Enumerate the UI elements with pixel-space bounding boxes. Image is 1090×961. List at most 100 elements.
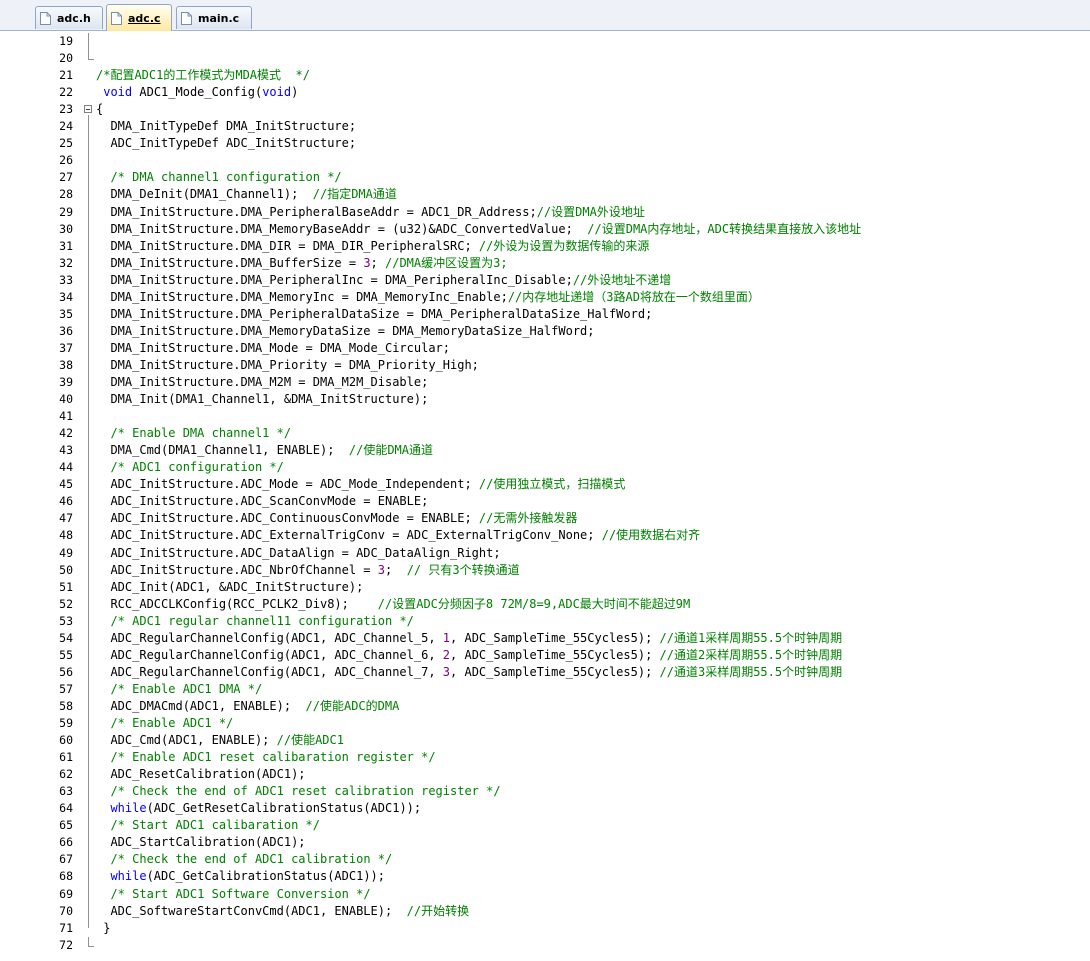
code-line[interactable]: 37 DMA_InitStructure.DMA_Mode = DMA_Mode…	[0, 340, 1090, 357]
line-number: 63	[59, 784, 73, 799]
code-comment: /* Enable ADC1 */	[110, 716, 234, 730]
code-line[interactable]: 50 ADC_InitStructure.ADC_NbrOfChannel = …	[0, 562, 1090, 579]
tab-main-c[interactable]: main.c	[176, 6, 252, 29]
code-line[interactable]: 42 /* Enable DMA channel1 */	[0, 425, 1090, 442]
code-line[interactable]: 53 /* ADC1 regular channel11 configurati…	[0, 613, 1090, 630]
code-line[interactable]: 69 /* Start ADC1 Software Conversion */	[0, 886, 1090, 903]
code-editor[interactable]: 19 20 21/*配置ADC1的工作模式为MDA模式 */22 void ADC1…	[0, 31, 1090, 961]
code-comment: /* Start ADC1 calibaration */	[110, 818, 320, 833]
code-comment: //设置ADC分频因子8 72M/8=9,ADC最大时间不能超过9M	[377, 596, 691, 611]
line-number: 64	[59, 801, 73, 816]
code-line[interactable]: 72	[0, 936, 1090, 954]
code-line[interactable]: 36 DMA_InitStructure.DMA_MemoryDataSize …	[0, 323, 1090, 340]
tab-label: adc.h	[57, 11, 91, 25]
code-line[interactable]: 35 DMA_InitStructure.DMA_PeripheralDataS…	[0, 306, 1090, 323]
code-line[interactable]: 55 ADC_RegularChannelConfig(ADC1, ADC_Ch…	[0, 647, 1090, 664]
line-number: 23	[59, 102, 73, 117]
code-line[interactable]: 20	[0, 50, 1090, 67]
code-keyword: void	[103, 85, 133, 100]
code-line[interactable]: 57 /* Enable ADC1 DMA */	[0, 681, 1090, 698]
code-token: 2	[442, 647, 451, 662]
code-line[interactable]: 31 DMA_InitStructure.DMA_DIR = DMA_DIR_P…	[0, 238, 1090, 255]
code-line[interactable]: 44 /* ADC1 configuration */	[0, 459, 1090, 476]
tab-adc-c[interactable]: adc.c	[106, 4, 172, 31]
code-line[interactable]: 45 ADC_InitStructure.ADC_Mode = ADC_Mode…	[0, 476, 1090, 493]
line-number: 36	[59, 323, 73, 338]
code-comment: /* DMA channel1 configuration */	[110, 170, 342, 185]
code-line[interactable]: 56 ADC_RegularChannelConfig(ADC1, ADC_Ch…	[0, 664, 1090, 681]
code-line[interactable]: 60 ADC_Cmd(ADC1, ENABLE); //使能ADC1	[0, 732, 1090, 749]
code-text: ADC_RegularChannelConfig(ADC1, ADC_Chann…	[96, 647, 842, 664]
code-line[interactable]: 47 ADC_InitStructure.ADC_ContinuousConvM…	[0, 510, 1090, 527]
code-comment: /* ADC1 regular channel11 configuration …	[110, 613, 414, 628]
code-text: /* Check the end of ADC1 reset calibrati…	[96, 783, 500, 800]
code-line[interactable]: 65 /* Start ADC1 calibaration */	[0, 817, 1090, 834]
code-text: ADC_Cmd(ADC1, ENABLE); //使能ADC1	[96, 732, 344, 749]
code-line[interactable]: 70 ADC_SoftwareStartConvCmd(ADC1, ENABLE…	[0, 903, 1090, 920]
code-token: ADC_InitStructure.ADC_ContinuousConvMode…	[96, 511, 479, 526]
code-line[interactable]: 19	[0, 33, 1090, 50]
code-line[interactable]: 25 ADC_InitTypeDef ADC_InitStructure;	[0, 135, 1090, 152]
code-comment: //通道1采样周期55.5个时钟周期	[659, 630, 843, 645]
code-line[interactable]: 39 DMA_InitStructure.DMA_M2M = DMA_M2M_D…	[0, 374, 1090, 391]
code-token: ADC_Cmd(ADC1, ENABLE);	[96, 733, 277, 748]
code-text: ADC_DMACmd(ADC1, ENABLE); //使能ADC的DMA	[96, 698, 399, 715]
code-line[interactable]: 34 DMA_InitStructure.DMA_MemoryInc = DMA…	[0, 289, 1090, 306]
code-line[interactable]: 59 /* Enable ADC1 */	[0, 715, 1090, 732]
code-line[interactable]: 67 /* Check the end of ADC1 calibration …	[0, 851, 1090, 868]
code-line[interactable]: 52 RCC_ADCCLKConfig(RCC_PCLK2_Div8); //设…	[0, 596, 1090, 613]
code-token: 3	[442, 664, 451, 679]
line-number: 51	[59, 579, 73, 594]
code-line[interactable]: 22 void ADC1_Mode_Config(void)	[0, 84, 1090, 101]
code-text: ADC_InitStructure.ADC_ScanConvMode = ENA…	[96, 493, 428, 510]
code-line[interactable]: 30 DMA_InitStructure.DMA_MemoryBaseAddr …	[0, 221, 1090, 238]
tab-adc-h[interactable]: adc.h	[35, 6, 103, 29]
code-line[interactable]: 29 DMA_InitStructure.DMA_PeripheralBaseA…	[0, 204, 1090, 221]
code-line[interactable]: 63 /* Check the end of ADC1 reset calibr…	[0, 783, 1090, 800]
code-line[interactable]: 71 }	[0, 920, 1090, 937]
code-line[interactable]: 43 DMA_Cmd(DMA1_Channel1, ENABLE); //使能D…	[0, 442, 1090, 459]
line-number: 27	[59, 170, 73, 185]
code-line[interactable]: 24 DMA_InitTypeDef DMA_InitStructure;	[0, 118, 1090, 135]
code-line[interactable]: 41	[0, 408, 1090, 425]
code-line[interactable]: 21 /*配置ADC1的工作模式为MDA模式 */	[0, 67, 1090, 84]
line-number: 49	[59, 545, 73, 560]
line-number: 44	[59, 460, 73, 475]
code-line[interactable]: 62 ADC_ResetCalibration(ADC1);	[0, 766, 1090, 783]
code-line[interactable]: 61 /* Enable ADC1 reset calibaration reg…	[0, 749, 1090, 766]
code-token: ADC_DMACmd(ADC1, ENABLE);	[96, 698, 306, 713]
code-comment: //使能ADC的DMA	[305, 698, 400, 713]
code-line[interactable]: 40 DMA_Init(DMA1_Channel1, &DMA_InitStru…	[0, 391, 1090, 408]
tab-label: main.c	[198, 11, 240, 25]
code-line[interactable]: 28 DMA_DeInit(DMA1_Channel1); //指定DMA通道	[0, 186, 1090, 203]
code-line[interactable]: 68 while(ADC_GetCalibrationStatus(ADC1))…	[0, 868, 1090, 885]
code-line[interactable]: 48 ADC_InitStructure.ADC_ExternalTrigCon…	[0, 527, 1090, 544]
code-line[interactable]: 64 while(ADC_GetResetCalibrationStatus(A…	[0, 800, 1090, 817]
code-line[interactable]: 33 DMA_InitStructure.DMA_PeripheralInc =…	[0, 272, 1090, 289]
code-line[interactable]: 23 {	[0, 101, 1090, 118]
code-text: ADC_InitStructure.ADC_DataAlign = ADC_Da…	[96, 545, 500, 562]
code-line[interactable]: 54 ADC_RegularChannelConfig(ADC1, ADC_Ch…	[0, 630, 1090, 647]
code-token: ADC_InitStructure.ADC_ExternalTrigConv =…	[96, 528, 602, 543]
code-comment: /* Check the end of ADC1 calibration */	[110, 852, 393, 867]
code-comment: //开始转换	[406, 903, 470, 918]
code-line[interactable]: 46 ADC_InitStructure.ADC_ScanConvMode = …	[0, 493, 1090, 510]
code-line[interactable]: 26	[0, 152, 1090, 169]
code-token: DMA_InitStructure.DMA_PeripheralInc = DM…	[96, 272, 573, 287]
code-token: DMA_InitStructure.DMA_PeripheralDataSize…	[96, 306, 653, 321]
code-token: ADC_InitTypeDef ADC_InitStructure;	[96, 136, 357, 151]
code-line[interactable]: 58 ADC_DMACmd(ADC1, ENABLE); //使能ADC的DMA	[0, 698, 1090, 715]
fold-guide	[88, 114, 89, 929]
code-line[interactable]: 49 ADC_InitStructure.ADC_DataAlign = ADC…	[0, 545, 1090, 562]
code-line[interactable]: 66 ADC_StartCalibration(ADC1);	[0, 834, 1090, 851]
code-token: ADC_Init(ADC1, &ADC_InitStructure);	[96, 579, 364, 594]
code-line[interactable]: 51 ADC_Init(ADC1, &ADC_InitStructure);	[0, 579, 1090, 596]
code-line[interactable]: 38 DMA_InitStructure.DMA_Priority = DMA_…	[0, 357, 1090, 374]
code-text: /* Check the end of ADC1 calibration */	[96, 851, 392, 868]
code-comment: //使用独立模式，扫描模式	[478, 477, 626, 492]
code-line[interactable]: 32 DMA_InitStructure.DMA_BufferSize = 3;…	[0, 255, 1090, 272]
fold-toggle-icon[interactable]	[84, 105, 92, 114]
code-line[interactable]: 27 /* DMA channel1 configuration */	[0, 169, 1090, 186]
